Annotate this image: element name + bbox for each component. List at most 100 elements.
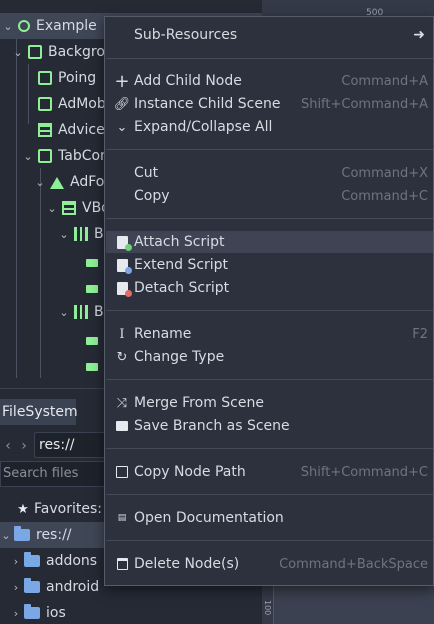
- menu-separator: [106, 218, 433, 219]
- expand-arrow-icon[interactable]: ⌄: [58, 228, 70, 241]
- search-files-input[interactable]: Search files: [0, 461, 106, 487]
- menu-item-label: Expand/Collapse All: [134, 119, 273, 135]
- forward-button[interactable]: ›: [16, 438, 32, 454]
- menu-item-copy[interactable]: Copy Command+C: [106, 185, 433, 207]
- menu-item-shortcut: Command+X: [341, 165, 428, 181]
- expand-arrow-icon[interactable]: ⌄: [34, 176, 46, 189]
- tree-guide: [16, 38, 17, 378]
- folder-icon: [24, 604, 40, 619]
- menu-item-label: Attach Script: [134, 234, 225, 250]
- menu-item-detach-script[interactable]: Detach Script: [106, 277, 433, 299]
- menu-item-label: Delete Node(s): [134, 556, 240, 572]
- menu-item-save-branch-as-scene[interactable]: Save Branch as Scene: [106, 415, 433, 437]
- menu-item-sub-resources[interactable]: Sub-Resources ➜: [106, 24, 433, 46]
- menu-item-label: Instance Child Scene: [134, 96, 281, 112]
- rename-icon: I: [119, 326, 125, 342]
- menu-separator: [106, 540, 433, 541]
- expand-arrow-icon[interactable]: ⌄: [46, 202, 58, 215]
- menu-item-label: Copy Node Path: [134, 464, 246, 480]
- menu-item-label: Merge From Scene: [134, 395, 264, 411]
- trash-icon: [115, 557, 129, 571]
- menu-item-add-child-node[interactable]: + Add Child Node Command+A: [106, 70, 433, 92]
- folder-ios[interactable]: › ios: [0, 600, 262, 624]
- menu-separator: [106, 494, 433, 495]
- menu-item-shortcut: Command+BackSpace: [279, 556, 428, 572]
- menu-item-attach-script[interactable]: Attach Script: [106, 231, 433, 253]
- expand-arrow-icon[interactable]: ⌄: [58, 306, 70, 319]
- menu-item-merge-from-scene[interactable]: ⤨ Merge From Scene: [106, 392, 433, 414]
- menu-item-label: Copy: [134, 188, 170, 204]
- merge-icon: ⤨: [116, 395, 128, 411]
- folder-icon: [14, 526, 30, 541]
- menu-item-change-type[interactable]: ↻ Change Type: [106, 346, 433, 368]
- add-icon: +: [114, 70, 130, 92]
- menu-separator: [106, 448, 433, 449]
- change-type-icon: ↻: [116, 349, 128, 365]
- folder-icon: [24, 552, 40, 567]
- menu-separator: [106, 379, 433, 380]
- menu-item-extend-script[interactable]: Extend Script: [106, 254, 433, 276]
- collapsed-arrow-icon[interactable]: ›: [10, 555, 22, 568]
- copy-path-icon: [115, 465, 129, 479]
- collapsed-arrow-icon[interactable]: ›: [10, 581, 22, 594]
- expand-arrow-icon[interactable]: ⌄: [22, 150, 34, 163]
- menu-item-label: Cut: [134, 165, 159, 181]
- detach-script-icon: [115, 281, 132, 297]
- menu-separator: [106, 149, 433, 150]
- expand-arrow-icon[interactable]: ⌄: [2, 20, 14, 33]
- clapper-icon: [115, 419, 129, 433]
- tree-node-label: Advice: [58, 122, 105, 138]
- expand-arrow-icon[interactable]: ⌄: [12, 46, 24, 59]
- menu-item-shortcut: Shift+Command+A: [300, 96, 428, 112]
- hbox-icon: [74, 305, 88, 319]
- tree-guide: [28, 64, 29, 124]
- collapsed-arrow-icon[interactable]: ›: [10, 607, 22, 620]
- menu-item-label: Change Type: [134, 349, 225, 365]
- tree-node-advice[interactable]: Advice: [34, 117, 105, 143]
- menu-item-shortcut: Command+A: [341, 73, 428, 89]
- context-menu: Sub-Resources ➜ + Add Child Node Command…: [104, 16, 434, 586]
- menu-item-copy-node-path[interactable]: Copy Node Path Shift+Command+C: [106, 461, 433, 483]
- tree-node-tabcontainer[interactable]: ⌄ TabCon: [22, 143, 109, 169]
- menu-item-cut[interactable]: Cut Command+X: [106, 162, 433, 184]
- folder-label: res://: [36, 527, 72, 543]
- menu-item-label: Extend Script: [134, 257, 229, 273]
- node-circle-icon: [18, 20, 30, 32]
- extend-script-icon: [115, 258, 132, 274]
- sprite-icon: [38, 71, 52, 85]
- chevron-down-icon: ⌄: [116, 119, 128, 135]
- menu-item-open-documentation[interactable]: ▤ Open Documentation: [106, 507, 433, 529]
- button-node-icon: [86, 331, 100, 345]
- vbox-icon: [62, 201, 76, 215]
- tab-filesystem[interactable]: FileSystem: [0, 399, 78, 425]
- menu-item-label: Rename: [134, 326, 192, 342]
- favorites-label: Favorites:: [34, 501, 102, 517]
- tree-node-child[interactable]: [82, 325, 106, 351]
- tree-node-poing[interactable]: Poing: [34, 65, 96, 91]
- sprite-icon: [38, 97, 52, 111]
- menu-item-label: Save Branch as Scene: [134, 418, 290, 434]
- star-icon: ★: [17, 501, 29, 517]
- tree-node-child[interactable]: [82, 351, 106, 377]
- menu-item-shortcut: F2: [412, 326, 428, 342]
- expand-arrow-icon[interactable]: ⌄: [0, 529, 12, 542]
- menu-item-expand-collapse-all[interactable]: ⌄ Expand/Collapse All: [106, 116, 433, 138]
- menu-item-shortcut: Shift+Command+C: [300, 464, 428, 480]
- menu-item-label: Add Child Node: [134, 73, 242, 89]
- tree-node-child[interactable]: [82, 273, 106, 299]
- anchor-icon: [50, 175, 64, 189]
- tree-node-adfor[interactable]: ⌄ AdFor: [34, 169, 110, 195]
- tree-node-admob[interactable]: AdMob: [34, 91, 106, 117]
- back-button[interactable]: ‹: [0, 438, 16, 454]
- menu-item-rename[interactable]: I Rename F2: [106, 323, 433, 345]
- label-icon: [38, 123, 52, 137]
- button-node-icon: [86, 253, 100, 267]
- path-field[interactable]: res://: [34, 432, 106, 458]
- tree-node-child[interactable]: [82, 247, 106, 273]
- folder-label: addons: [46, 553, 98, 569]
- tree-node-label: AdMob: [58, 96, 106, 112]
- menu-item-delete-nodes[interactable]: Delete Node(s) Command+BackSpace: [106, 553, 433, 575]
- menu-item-instance-child-scene[interactable]: 🔗︎ Instance Child Scene Shift+Command+A: [106, 93, 433, 115]
- tree-node-background[interactable]: ⌄ Backgrou: [12, 39, 113, 65]
- hbox-icon: [74, 227, 88, 241]
